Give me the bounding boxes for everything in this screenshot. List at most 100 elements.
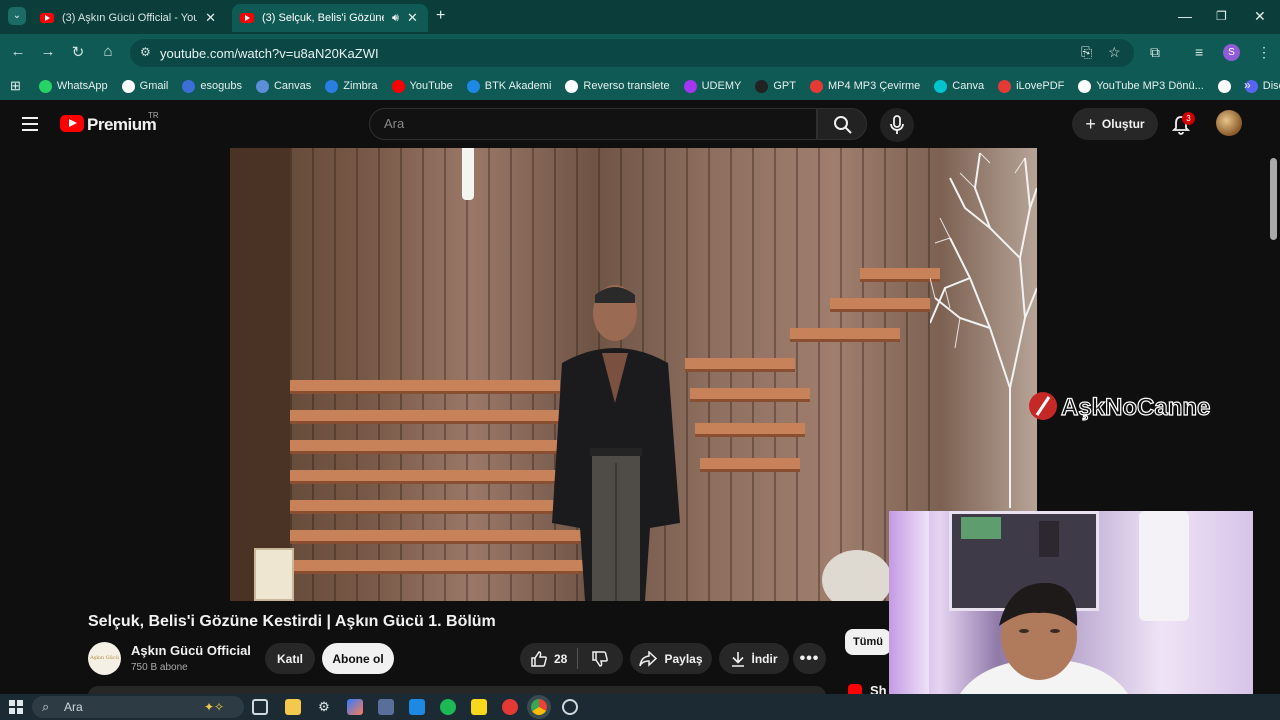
shelf-item (961, 517, 1001, 539)
bookmark-label: MP4 MP3 Çevirme (827, 80, 921, 92)
mp3-icon (809, 79, 823, 93)
spotify-icon[interactable] (440, 699, 456, 715)
tab-search-button[interactable]: ⌄ (8, 7, 26, 25)
apps-grid-icon[interactable]: ⊞ (10, 78, 21, 94)
wall-slat (752, 148, 754, 601)
bookmark-label: YouTube (409, 80, 453, 92)
shelf-item (1039, 521, 1059, 557)
forward-arrow-icon[interactable]: → (38, 43, 58, 60)
thumbs-up-icon (531, 650, 547, 667)
like-button[interactable]: 28 (530, 650, 567, 668)
bookmark-item[interactable]: Zimbra (325, 79, 378, 93)
bookmark-item[interactable]: esogubs (182, 79, 242, 93)
account-avatar[interactable] (1216, 110, 1242, 136)
thumbs-down-icon[interactable] (591, 650, 609, 668)
minimize-window-button[interactable]: — (1178, 8, 1192, 24)
bookmark-item[interactable]: iLovePDF (998, 79, 1065, 93)
close-tab-icon[interactable]: ✕ (407, 10, 418, 26)
bookmark-item[interactable]: BTK Akademi (466, 79, 551, 93)
search-input[interactable]: Ara (369, 108, 817, 140)
restore-window-button[interactable]: ❐ (1216, 9, 1227, 23)
settings-gear-icon[interactable]: ⚙ (316, 699, 332, 715)
search-button[interactable] (817, 108, 867, 140)
bookmark-item[interactable]: WhatsApp (38, 79, 108, 93)
subscribe-button[interactable]: Abone ol (322, 643, 394, 674)
copilot-icon[interactable] (347, 699, 363, 715)
bookmark-item[interactable]: YouTube (391, 79, 453, 93)
like-count: 28 (554, 651, 568, 666)
taskbar-search-input[interactable]: ⌕ Ara ✦✧ (32, 696, 244, 718)
home-icon[interactable]: ⌂ (98, 43, 118, 60)
svg-text:AşkNoCanne: AşkNoCanne (1061, 394, 1210, 421)
more-bookmarks-icon[interactable]: » (1244, 78, 1251, 92)
more-actions-button[interactable]: ••• (793, 643, 826, 674)
voice-search-button[interactable] (880, 108, 914, 142)
file-explorer-icon[interactable] (285, 699, 301, 715)
page-scrollbar[interactable] (1267, 148, 1280, 693)
opera-icon[interactable] (502, 699, 518, 715)
download-button[interactable]: İndir (719, 643, 789, 674)
speaker-audio-icon[interactable]: 🔊︎ (392, 12, 399, 25)
filter-chip-all[interactable]: Tümü (845, 629, 891, 655)
bookmark-label: Zimbra (343, 80, 378, 92)
back-arrow-icon[interactable]: ← (8, 43, 28, 60)
bookmark-item[interactable]: GPT (755, 79, 796, 93)
task-view-icon[interactable] (252, 699, 268, 715)
share-label: Paylaş (664, 651, 703, 666)
install-app-icon[interactable]: ⎘ (1081, 44, 1092, 61)
bookmark-star-icon[interactable]: ☆ (1108, 44, 1121, 61)
site-info-icon[interactable]: ⚙ (140, 45, 151, 59)
close-window-button[interactable]: ✕ (1254, 8, 1266, 25)
channel-name[interactable]: Aşkın Gücü Official (131, 643, 251, 658)
country-code: TR (148, 111, 159, 120)
sticky-notes-icon[interactable] (471, 699, 487, 715)
mail-icon[interactable] (409, 699, 425, 715)
reload-icon[interactable]: ↻ (68, 43, 88, 61)
bookmark-label: iLovePDF (1016, 80, 1065, 92)
address-bar[interactable]: ⚙ youtube.com/watch?v=u8aN20KaZWI (130, 39, 1134, 67)
join-button[interactable]: Katıl (265, 643, 315, 674)
hamburger-menu-icon[interactable] (22, 117, 38, 131)
wall-slat (796, 148, 798, 601)
app-circle-icon[interactable] (562, 699, 578, 715)
bookmark-item[interactable]: Canvas (255, 79, 311, 93)
bookmark-item[interactable]: UDEMY (683, 79, 741, 93)
menu-kebab-icon[interactable]: ⋮ (1257, 44, 1271, 61)
person-on-stage (552, 285, 680, 601)
youtube-premium-brand[interactable]: Premium (87, 115, 157, 135)
browser-toolbar: ← → ↻ ⌂ ⚙ youtube.com/watch?v=u8aN20KaZW… (0, 34, 1280, 72)
channel-watermark: AşkNoCanne (1029, 392, 1211, 422)
bookmark-item[interactable]: Reverso translete (565, 79, 670, 93)
wall-slat (884, 148, 886, 601)
bookmark-item[interactable] (1217, 79, 1231, 93)
chrome-icon[interactable] (531, 699, 547, 715)
app-icon[interactable] (378, 699, 394, 715)
bookmark-item[interactable]: MP4 MP3 Çevirme (809, 79, 921, 93)
bookmark-item[interactable]: Canva (934, 79, 984, 93)
canvas-icon (255, 79, 269, 93)
wall-slat (730, 148, 732, 601)
create-button[interactable]: + Oluştur (1072, 108, 1158, 140)
subscribe-label: Abone ol (332, 651, 384, 666)
webcam-overlay (889, 511, 1253, 716)
bookmark-item[interactable]: YouTube MP3 Dönü... (1078, 79, 1204, 93)
scrollbar-thumb[interactable] (1270, 158, 1277, 240)
new-tab-button[interactable]: + (436, 7, 445, 25)
btk-icon (466, 79, 480, 93)
youtube-logo-icon[interactable] (60, 115, 84, 132)
channel-logo[interactable]: Aşkın Gücü (88, 642, 121, 675)
tab-selcuk-video[interactable]: (3) Selçuk, Belis'i Gözüne Kestirdi 🔊︎ ✕ (232, 4, 428, 32)
close-tab-icon[interactable]: ✕ (205, 10, 216, 26)
channel-logo-text: Aşkın Gücü (90, 655, 119, 661)
windows-start-icon[interactable] (9, 700, 23, 714)
download-label: İndir (751, 651, 778, 666)
share-button[interactable]: Paylaş (630, 643, 712, 674)
bookmark-item[interactable]: Gmail (121, 79, 168, 93)
profile-avatar[interactable]: S (1223, 44, 1240, 61)
wall-slat (840, 148, 842, 601)
extensions-puzzle-icon[interactable]: ⧉ (1150, 44, 1160, 61)
tab-askin-gucu-official[interactable]: (3) Aşkın Gücü Official - YouTube ✕ (32, 4, 224, 32)
media-controls-icon[interactable]: ≡ (1195, 44, 1203, 60)
bookmark-label: YouTube MP3 Dönü... (1096, 80, 1204, 92)
youtube-icon (391, 79, 405, 93)
